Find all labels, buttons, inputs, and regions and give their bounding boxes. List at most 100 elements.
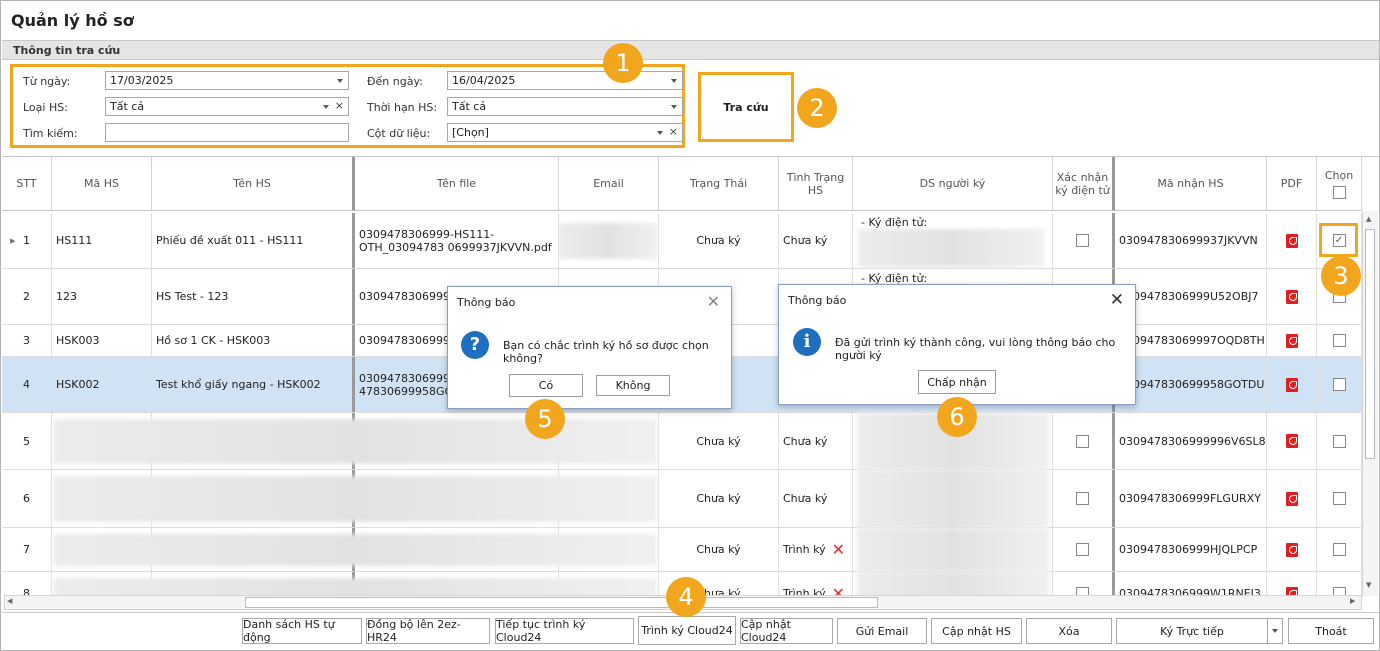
search-button[interactable]: Tra cứu bbox=[698, 72, 794, 142]
row-chon[interactable] bbox=[1317, 413, 1362, 469]
accept-button[interactable]: Chấp nhận bbox=[918, 370, 996, 394]
esign-checkbox[interactable] bbox=[1076, 543, 1089, 556]
row-ten-hs[interactable]: Phiếu đề xuất 011 - HS111 bbox=[152, 213, 355, 268]
exit-button[interactable]: Thoát bbox=[1288, 618, 1374, 644]
col-chon[interactable]: Chọn bbox=[1317, 157, 1362, 211]
row-pdf[interactable] bbox=[1267, 357, 1317, 412]
row-xac-nhan[interactable] bbox=[1053, 470, 1115, 527]
continue-sign-cloud-button[interactable]: Tiếp tục trình ký Cloud24 bbox=[495, 618, 634, 644]
table-row[interactable]: 1 ▸ HS111 Phiếu đề xuất 011 - HS111 03094783… bbox=[2, 213, 1362, 269]
delete-button[interactable]: Xóa bbox=[1026, 618, 1112, 644]
row-xac-nhan[interactable] bbox=[1053, 572, 1115, 596]
row-xac-nhan[interactable] bbox=[1053, 528, 1115, 571]
row-stt[interactable]: 8 bbox=[2, 572, 52, 596]
esign-checkbox[interactable] bbox=[1076, 492, 1089, 505]
row-pdf[interactable] bbox=[1267, 470, 1317, 527]
pdf-icon[interactable] bbox=[1285, 491, 1298, 506]
pdf-icon[interactable] bbox=[1285, 542, 1298, 557]
column-select[interactable]: [Chọn] × bbox=[447, 123, 683, 142]
esign-checkbox[interactable] bbox=[1076, 234, 1089, 247]
select-checkbox[interactable] bbox=[1332, 492, 1346, 505]
row-ten-hs[interactable]: HS Test - 123 bbox=[152, 269, 355, 324]
row-stt[interactable]: 4 bbox=[2, 357, 52, 412]
sign-direct-dropdown[interactable] bbox=[1267, 618, 1283, 644]
row-ma-nhan[interactable]: 030947830699958GOTDU bbox=[1115, 357, 1267, 412]
close-icon[interactable]: ✕ bbox=[1110, 290, 1124, 310]
row-ma-nhan[interactable]: 0309478306999HJQLPCP bbox=[1115, 528, 1267, 571]
sign-direct-button[interactable]: Ký Trực tiếp bbox=[1116, 618, 1268, 644]
row-stt[interactable]: 6 bbox=[2, 470, 52, 527]
row-stt[interactable]: 7 bbox=[2, 528, 52, 571]
pdf-icon[interactable] bbox=[1285, 233, 1298, 248]
row-pdf[interactable] bbox=[1267, 528, 1317, 571]
row-chon[interactable] bbox=[1317, 357, 1362, 412]
row-ma-nhan[interactable]: 0309478306999U52OBJ7 bbox=[1115, 269, 1267, 324]
row-pdf[interactable] bbox=[1267, 269, 1317, 324]
row-xac-nhan[interactable] bbox=[1053, 413, 1115, 469]
col-ma-nhan[interactable]: Mã nhận HS bbox=[1115, 157, 1267, 211]
row-ten-file[interactable]: 0309478306999-HS111-OTH_03094783 0699937… bbox=[355, 213, 559, 268]
row-tinh-trang[interactable]: Trình ký ✕ bbox=[779, 572, 853, 596]
to-date-field[interactable]: 16/04/2025 bbox=[447, 71, 683, 90]
reject-icon[interactable]: ✕ bbox=[832, 542, 845, 558]
row-pdf[interactable] bbox=[1267, 325, 1317, 356]
table-row[interactable]: 5 Chưa ký Chưa ký 0309478306999996V6SL8B bbox=[2, 413, 1362, 470]
row-ma-hs[interactable]: 123 bbox=[52, 269, 152, 324]
scroll-right-icon[interactable]: ▶ bbox=[1350, 597, 1355, 605]
row-ma-nhan[interactable]: 03094783069997OQD8TH bbox=[1115, 325, 1267, 356]
row-ds-nguoi-ky[interactable]: - Ký điện tử: bbox=[853, 213, 1053, 268]
send-email-button[interactable]: Gửi Email bbox=[837, 618, 927, 644]
select-checkbox[interactable] bbox=[1332, 378, 1346, 391]
row-tinh-trang[interactable]: Chưa ký bbox=[779, 413, 853, 469]
row-ma-hs[interactable]: HSK003 bbox=[52, 325, 152, 356]
row-tinh-trang[interactable]: Trình ký ✕ bbox=[779, 528, 853, 571]
row-chon[interactable] bbox=[1317, 572, 1362, 596]
row-ma-hs[interactable]: HSK002 bbox=[52, 357, 152, 412]
scroll-thumb-h[interactable] bbox=[245, 597, 878, 608]
vertical-scrollbar[interactable]: ▲ ▼ bbox=[1362, 211, 1378, 596]
row-ma-nhan[interactable]: 0309478306999FLGURXY bbox=[1115, 470, 1267, 527]
esign-checkbox[interactable] bbox=[1076, 434, 1089, 448]
row-pdf[interactable] bbox=[1267, 572, 1317, 596]
update-cloud-button[interactable]: Cập nhật Cloud24 bbox=[740, 618, 833, 644]
row-trang-thai[interactable]: Chưa ký bbox=[659, 413, 779, 469]
pdf-icon[interactable] bbox=[1285, 333, 1298, 348]
col-stt[interactable]: STT bbox=[2, 157, 52, 211]
row-pdf[interactable] bbox=[1267, 213, 1317, 268]
row-ma-hs[interactable]: HS111 bbox=[52, 213, 152, 268]
close-icon[interactable]: ✕ bbox=[707, 292, 720, 311]
table-row[interactable]: 7 Chưa ký Trình ký ✕ 0309478306999HJQLPCP bbox=[2, 528, 1362, 572]
from-date-field[interactable]: 17/03/2025 bbox=[105, 71, 349, 90]
col-pdf[interactable]: PDF bbox=[1267, 157, 1317, 211]
col-xac-nhan[interactable]: Xác nhận ký điện tử bbox=[1053, 157, 1115, 211]
row-trang-thai[interactable]: Chưa ký bbox=[659, 528, 779, 571]
scroll-down-icon[interactable]: ▼ bbox=[1366, 581, 1371, 589]
row-tinh-trang[interactable]: Chưa ký bbox=[779, 470, 853, 527]
chevron-down-icon[interactable] bbox=[671, 105, 677, 109]
clear-icon[interactable]: × bbox=[335, 99, 344, 112]
col-email[interactable]: Email bbox=[559, 157, 659, 211]
row-ma-nhan[interactable]: 030947830699937JKVVN bbox=[1115, 213, 1267, 268]
clear-icon[interactable]: × bbox=[669, 125, 678, 138]
col-ten-file[interactable]: Tên file bbox=[355, 157, 559, 211]
chevron-down-icon[interactable] bbox=[671, 79, 677, 83]
row-chon[interactable] bbox=[1317, 325, 1362, 356]
search-input[interactable] bbox=[105, 123, 349, 142]
pdf-icon[interactable] bbox=[1285, 434, 1298, 448]
row-ma-nhan[interactable]: 0309478306999W1RNEI3 bbox=[1115, 572, 1267, 596]
row-ma-nhan[interactable]: 0309478306999996V6SL8B bbox=[1115, 413, 1267, 469]
pdf-icon[interactable] bbox=[1285, 377, 1298, 392]
update-hs-button[interactable]: Cập nhật HS bbox=[931, 618, 1022, 644]
col-tinh-trang[interactable]: Tình Trạng HS bbox=[779, 157, 853, 211]
pdf-icon[interactable] bbox=[1285, 289, 1298, 304]
chevron-down-icon[interactable] bbox=[323, 105, 329, 109]
row-pdf[interactable] bbox=[1267, 413, 1317, 469]
scroll-thumb[interactable] bbox=[1365, 229, 1375, 459]
select-checkbox[interactable] bbox=[1332, 434, 1346, 448]
auto-list-button[interactable]: Danh sách HS tự động bbox=[242, 618, 362, 644]
sync-2ez-button[interactable]: Đồng bộ lên 2ez-HR24 bbox=[366, 618, 490, 644]
col-trang-thai[interactable]: Trạng Thái bbox=[659, 157, 779, 211]
row-ten-hs[interactable]: Hồ sơ 1 CK - HSK003 bbox=[152, 325, 355, 356]
select-all-checkbox[interactable] bbox=[1332, 185, 1346, 199]
col-ma-hs[interactable]: Mã HS bbox=[52, 157, 152, 211]
